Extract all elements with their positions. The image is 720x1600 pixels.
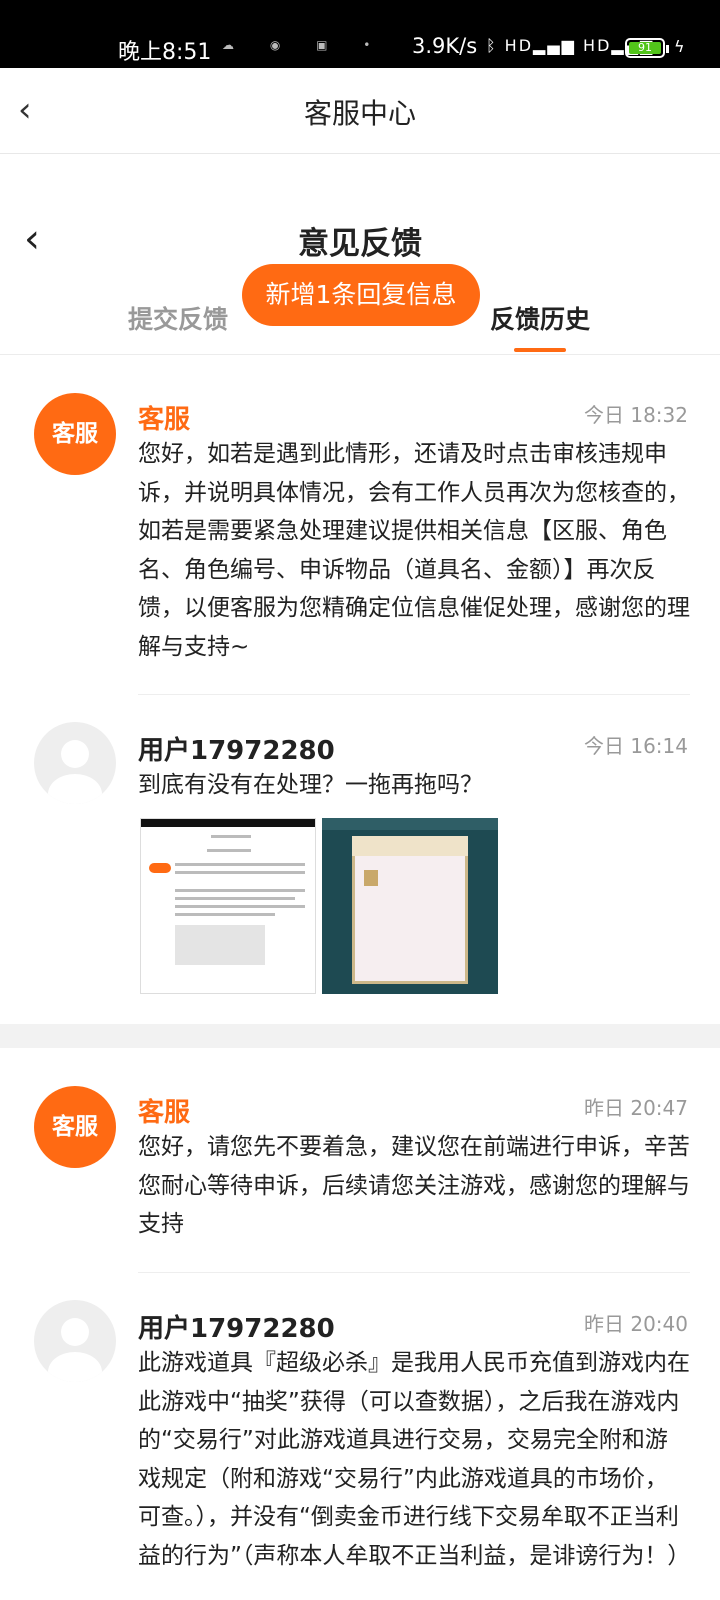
thumb-game-topbar — [322, 818, 498, 830]
attachment-image-1[interactable] — [140, 818, 316, 994]
avatar-head — [61, 1318, 89, 1346]
thumb-avatar — [149, 863, 171, 873]
thumb-line — [175, 863, 305, 866]
thumb-line — [175, 913, 275, 916]
section-separator — [0, 1024, 720, 1048]
header-divider — [0, 354, 720, 355]
thumb-line — [175, 905, 305, 908]
thumb-line — [211, 835, 251, 838]
status-time: 晚上8:51 — [118, 40, 212, 65]
attachment-image-2[interactable] — [322, 818, 498, 994]
message-text: 此游戏道具『超级必杀』是我用人民币充值到游戏内在此游戏中“抽奖”获得（可以查数据… — [138, 1350, 691, 1569]
tab-submit-feedback[interactable]: 提交反馈 — [128, 300, 228, 336]
thumb-game-item — [364, 870, 378, 886]
thumb-game-panel-header — [352, 836, 468, 856]
thumb-line — [175, 871, 305, 874]
page-title: 客服中心 — [303, 97, 416, 130]
message-time: 昨日 20:40 — [584, 1312, 688, 1336]
battery-icon: 91 — [625, 38, 665, 58]
message-divider — [138, 1272, 690, 1273]
sender-name: 客服 — [138, 405, 191, 435]
new-reply-badge[interactable]: 新增1条回复信息 — [242, 264, 480, 326]
user-avatar — [34, 1300, 116, 1382]
message-time: 今日 16:14 — [584, 734, 688, 758]
thumb-line — [175, 889, 305, 892]
feedback-header: ‹ 意见反馈 提交反馈 反馈历史 新增1条回复信息 — [0, 154, 720, 354]
charging-icon: ϟ — [674, 37, 685, 56]
battery-cap — [666, 45, 669, 53]
active-tab-indicator — [514, 348, 566, 352]
message-time: 今日 18:32 — [584, 403, 688, 427]
notification-icons: ☁ ◉ ▣ • — [222, 38, 387, 52]
battery-level: 91 — [629, 42, 661, 54]
message-text: 您好，如若是遇到此情形，还请及时点击审核违规申诉，并说明具体情况，会有工作人员再… — [138, 441, 690, 660]
service-avatar: 客服 — [34, 393, 116, 475]
thumb-image-block — [175, 925, 265, 965]
sender-name: 客服 — [138, 1098, 191, 1128]
sender-name: 用户17972280 — [138, 736, 335, 766]
user-avatar — [34, 722, 116, 804]
status-bar: 晚上8:51 ☁ ◉ ▣ • 3.9K/s ᛒ HD▂▄▆ HD▂▄▆ 91 ϟ — [0, 0, 720, 68]
message-text: 到底有没有在处理？一拖再拖吗？ — [138, 772, 483, 798]
app-header: ‹ 客服中心 — [0, 68, 720, 154]
thumb-game-panel — [352, 836, 468, 984]
network-speed: 3.9K/s — [412, 34, 478, 58]
tab-feedback-history[interactable]: 反馈历史 — [490, 300, 590, 336]
message-text: 您好，请您先不要着急，建议您在前端进行申诉，辛苦您耐心等待申诉，后续请您关注游戏… — [138, 1134, 690, 1237]
thumb-line — [207, 849, 251, 852]
avatar-head — [61, 740, 89, 768]
thumb-line — [175, 897, 295, 900]
avatar-body — [48, 774, 102, 804]
avatar-body — [48, 1352, 102, 1382]
thumb-status-bar — [141, 819, 315, 827]
feedback-title: 意见反馈 — [298, 226, 422, 262]
service-avatar: 客服 — [34, 1086, 116, 1168]
sender-name: 用户17972280 — [138, 1314, 335, 1344]
message-time: 昨日 20:47 — [584, 1096, 688, 1120]
message-divider — [138, 694, 690, 695]
